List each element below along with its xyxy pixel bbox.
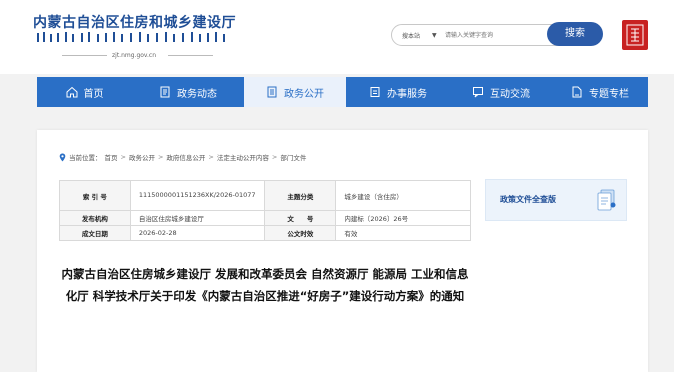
divider bbox=[168, 55, 213, 56]
nav-label: 互动交流 bbox=[490, 88, 530, 100]
nav-label: 政务动态 bbox=[177, 88, 217, 100]
location-pin-icon bbox=[59, 153, 66, 161]
document-meta-table: 索 引 号 1115000001151236XK/2026-01077 主题分类… bbox=[59, 180, 471, 241]
nav-label: 政务公开 bbox=[284, 88, 324, 100]
breadcrumb-item-home[interactable]: 首页 bbox=[105, 152, 118, 162]
search-button[interactable]: 搜索 bbox=[547, 22, 603, 46]
document-title: 内蒙古自治区住房城乡建设厅 发展和改革委员会 自然资源厅 能源局 工业和信息化厅… bbox=[61, 267, 469, 303]
table-row: 发布机构 自治区住房城乡建设厅 文 号 内建标〔2026〕26号 bbox=[59, 210, 471, 226]
category-value: 城乡建设（含住房） bbox=[335, 180, 471, 211]
breadcrumb-item-dept-files[interactable]: 部门文件 bbox=[280, 152, 306, 162]
breadcrumb-separator: > bbox=[157, 153, 164, 161]
chat-icon bbox=[473, 87, 483, 98]
topic-icon bbox=[572, 86, 582, 98]
index-label: 索 引 号 bbox=[59, 180, 131, 211]
nav-label: 办事服务 bbox=[387, 88, 427, 100]
breadcrumb-prefix: 当前位置： bbox=[69, 154, 102, 162]
category-label: 主题分类 bbox=[264, 180, 337, 211]
breadcrumb-separator: > bbox=[208, 153, 214, 161]
home-icon bbox=[66, 86, 77, 98]
breadcrumb-item-statutory[interactable]: 法定主动公开内容 bbox=[217, 152, 269, 162]
banner-label: 政策文件全查版 bbox=[500, 194, 556, 204]
breadcrumb: 当前位置： 首页 > 政务公开 > 政府信息公开 > 法定主动公开内容 > 部门… bbox=[59, 152, 306, 162]
date-value: 2026-02-28 bbox=[129, 225, 266, 241]
site-domain: zjt.nmg.gov.cn bbox=[112, 52, 157, 59]
content-card: 当前位置： 首页 > 政务公开 > 政府信息公开 > 法定主动公开内容 > 部门… bbox=[37, 130, 648, 372]
breadcrumb-separator: > bbox=[271, 153, 278, 161]
service-icon bbox=[370, 87, 380, 97]
site-header: 内蒙古自治区住房和城乡建设厅 zjt.nmg.gov.cn 搜本站 ▼ 搜索 bbox=[0, 0, 674, 74]
search-scope-select[interactable]: 搜本站 bbox=[402, 31, 420, 40]
document-icon bbox=[267, 86, 277, 98]
seal-logo bbox=[622, 20, 648, 50]
validity-value: 有效 bbox=[335, 225, 471, 241]
index-value: 1115000001151236XK/2026-01077 bbox=[129, 180, 266, 211]
news-icon bbox=[160, 86, 170, 98]
issuer-value: 自治区住房城乡建设厅 bbox=[129, 210, 266, 226]
chevron-down-icon[interactable]: ▼ bbox=[432, 32, 437, 39]
breadcrumb-separator: > bbox=[120, 153, 126, 161]
validity-label: 公文时效 bbox=[264, 225, 337, 241]
docno-value: 内建标〔2026〕26号 bbox=[335, 210, 471, 226]
mongolian-script-logo bbox=[37, 32, 225, 42]
nav-item-topics[interactable]: 专题专栏 bbox=[552, 77, 648, 107]
nav-item-news[interactable]: 政务动态 bbox=[132, 77, 244, 107]
divider bbox=[62, 55, 107, 56]
date-label: 成文日期 bbox=[59, 225, 131, 241]
main-nav: 首页 政务动态 政务公开 办事服务 互动交流 专题专栏 bbox=[37, 77, 648, 107]
nav-label: 专题专栏 bbox=[589, 88, 629, 100]
docno-label: 文 号 bbox=[264, 210, 337, 226]
nav-item-interaction[interactable]: 互动交流 bbox=[450, 77, 552, 107]
document-stack-icon bbox=[597, 189, 616, 211]
nav-item-home[interactable]: 首页 bbox=[37, 77, 132, 107]
nav-item-services[interactable]: 办事服务 bbox=[346, 77, 450, 107]
policy-search-banner[interactable]: 政策文件全查版 bbox=[485, 179, 627, 221]
site-title[interactable]: 内蒙古自治区住房和城乡建设厅 bbox=[33, 12, 236, 32]
seal-emblem-icon bbox=[626, 24, 644, 46]
search-input[interactable] bbox=[445, 28, 535, 42]
breadcrumb-item-gov-info[interactable]: 政府信息公开 bbox=[166, 152, 205, 162]
table-row: 成文日期 2026-02-28 公文时效 有效 bbox=[59, 225, 471, 241]
breadcrumb-item-gov-affairs[interactable]: 政务公开 bbox=[129, 152, 155, 162]
issuer-label: 发布机构 bbox=[59, 210, 131, 226]
nav-item-gov-affairs[interactable]: 政务公开 bbox=[244, 77, 346, 107]
table-row: 索 引 号 1115000001151236XK/2026-01077 主题分类… bbox=[59, 180, 471, 211]
nav-label: 首页 bbox=[83, 88, 104, 100]
